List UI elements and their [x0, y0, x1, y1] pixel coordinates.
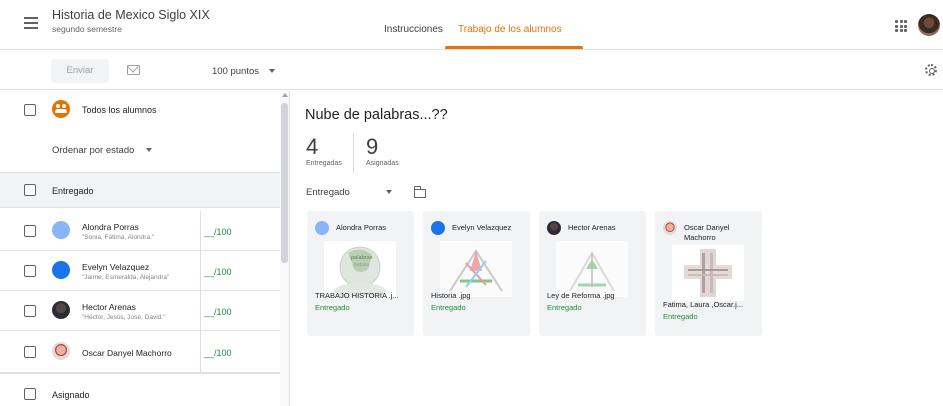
grade-input[interactable]: __/100	[204, 227, 232, 237]
submission-card[interactable]: Hector Arenas Ley de Reforma .jpg Entreg…	[539, 211, 646, 336]
person-avatar-icon	[315, 221, 329, 235]
hamburger-menu-icon[interactable]	[24, 17, 38, 29]
section-label: Entregado	[52, 186, 94, 196]
folder-icon[interactable]	[414, 186, 426, 198]
section-header-entregado: Entregado	[0, 172, 280, 208]
card-student-name: Alondra Porras	[336, 223, 387, 232]
student-name: Hector Arenas	[82, 302, 136, 312]
select-all-checkbox[interactable]	[24, 104, 36, 116]
submission-thumbnail	[440, 241, 512, 297]
toolbar	[0, 50, 943, 90]
section-label: Asignado	[52, 390, 90, 400]
sort-dropdown[interactable]: Ordenar por estado	[52, 145, 153, 156]
grade-column-divider	[200, 211, 201, 374]
student-row[interactable]: Evelyn Velazquez "Jaime, Esmeralda, Alej…	[0, 251, 280, 291]
tab-instrucciones[interactable]: Instrucciones	[384, 24, 443, 35]
points-label: 100 puntos	[212, 66, 260, 77]
grade-input[interactable]: __/100	[204, 267, 232, 277]
student-row[interactable]: Alondra Porras "Sonia, Fátima, Alondra."…	[0, 211, 280, 251]
student-checkbox[interactable]	[24, 346, 36, 358]
account-avatar[interactable]	[918, 14, 940, 36]
top-app-bar: Historia de Mexico Siglo XIX segundo sem…	[0, 0, 943, 50]
assigned-label: Asignadas	[366, 160, 399, 167]
group-people-icon	[52, 100, 70, 118]
card-student-name: Oscar Danyel Machorro	[684, 223, 730, 242]
photo-avatar	[663, 221, 677, 235]
scroll-up-arrow-icon[interactable]	[282, 93, 288, 97]
photo-avatar	[547, 221, 561, 235]
sort-label: Ordenar por estado	[52, 145, 135, 156]
all-students-label: Todos los alumnos	[82, 105, 157, 115]
student-checkbox[interactable]	[24, 305, 36, 317]
chevron-down-icon	[146, 148, 153, 153]
submission-card[interactable]: Oscar Danyel Machorro Fatima, Laura ,Osc…	[655, 211, 762, 336]
card-file-name: TRABAJO HISTORIA .j...	[315, 291, 399, 300]
card-file-name: Historia .jpg	[431, 291, 471, 300]
assigned-count: 9	[366, 134, 379, 159]
svg-text:historia: historia	[354, 262, 370, 267]
apps-grid-icon[interactable]	[895, 20, 907, 32]
points-dropdown[interactable]: 100 puntos	[212, 66, 276, 77]
student-name: Alondra Porras	[82, 222, 139, 232]
person-avatar-icon	[431, 221, 445, 235]
submission-thumbnail	[672, 245, 744, 301]
person-avatar-icon	[52, 261, 70, 279]
active-tab-indicator	[445, 46, 583, 49]
card-file-name: Fatima, Laura ,Oscar.j...	[663, 300, 744, 309]
photo-avatar	[52, 301, 70, 319]
course-subtitle: segundo semestre	[52, 24, 122, 34]
chevron-down-icon	[385, 190, 392, 195]
turned-in-label: Entregadas	[306, 160, 342, 167]
submission-card[interactable]: Alondra Porras palabras historia TRABAJO…	[307, 211, 414, 336]
submission-thumbnail: palabras historia	[324, 241, 396, 297]
section-checkbox-entregado[interactable]	[24, 184, 36, 196]
course-title[interactable]: Historia de Mexico Siglo XIX	[52, 8, 210, 22]
card-student-name: Hector Arenas	[568, 223, 616, 232]
student-name: Oscar Danyel Machorro	[82, 348, 172, 358]
section-header-asignado: Asignado	[0, 373, 280, 406]
assignment-title: Nube de palabras...??	[305, 107, 448, 123]
student-row[interactable]: Oscar Danyel Machorro __/100	[0, 331, 280, 373]
card-status: Entregado	[663, 312, 698, 321]
student-private-comment: "Héctor, Jesús, José, David."	[82, 314, 166, 321]
card-status: Entregado	[547, 303, 582, 312]
student-private-comment: "Jaime, Esmeralda, Alejandra"	[82, 274, 170, 281]
grade-input[interactable]: __/100	[204, 307, 232, 317]
card-status: Entregado	[431, 303, 466, 312]
section-checkbox-asignado[interactable]	[24, 388, 36, 400]
turned-in-count: 4	[306, 134, 319, 159]
submission-thumbnail	[556, 241, 628, 297]
student-row[interactable]: Hector Arenas "Héctor, Jesús, José, Davi…	[0, 291, 280, 331]
student-checkbox[interactable]	[24, 225, 36, 237]
email-icon[interactable]	[127, 65, 140, 75]
photo-avatar	[52, 342, 70, 360]
card-file-name: Ley de Reforma .jpg	[547, 291, 615, 300]
person-avatar-icon	[52, 221, 70, 239]
student-private-comment: "Sonia, Fátima, Alondra."	[82, 234, 155, 241]
send-button[interactable]: Enviar	[51, 59, 109, 83]
student-checkbox[interactable]	[24, 265, 36, 277]
card-status: Entregado	[315, 303, 350, 312]
status-filter-dropdown[interactable]: Entregado	[306, 187, 392, 198]
card-student-name: Evelyn Velazquez	[452, 223, 512, 232]
filter-label: Entregado	[306, 187, 350, 198]
settings-gear-icon[interactable]	[925, 64, 937, 76]
chevron-down-icon	[269, 69, 276, 74]
student-name: Evelyn Velazquez	[82, 262, 150, 272]
grade-input[interactable]: __/100	[204, 348, 232, 358]
svg-text:palabras: palabras	[351, 255, 373, 261]
tab-trabajo-alumnos[interactable]: Trabajo de los alumnos	[458, 24, 562, 35]
submission-card[interactable]: Evelyn Velazquez Historia .jpg Entregado	[423, 211, 530, 336]
scrollbar-thumb[interactable]	[281, 103, 288, 263]
count-divider	[353, 133, 354, 173]
